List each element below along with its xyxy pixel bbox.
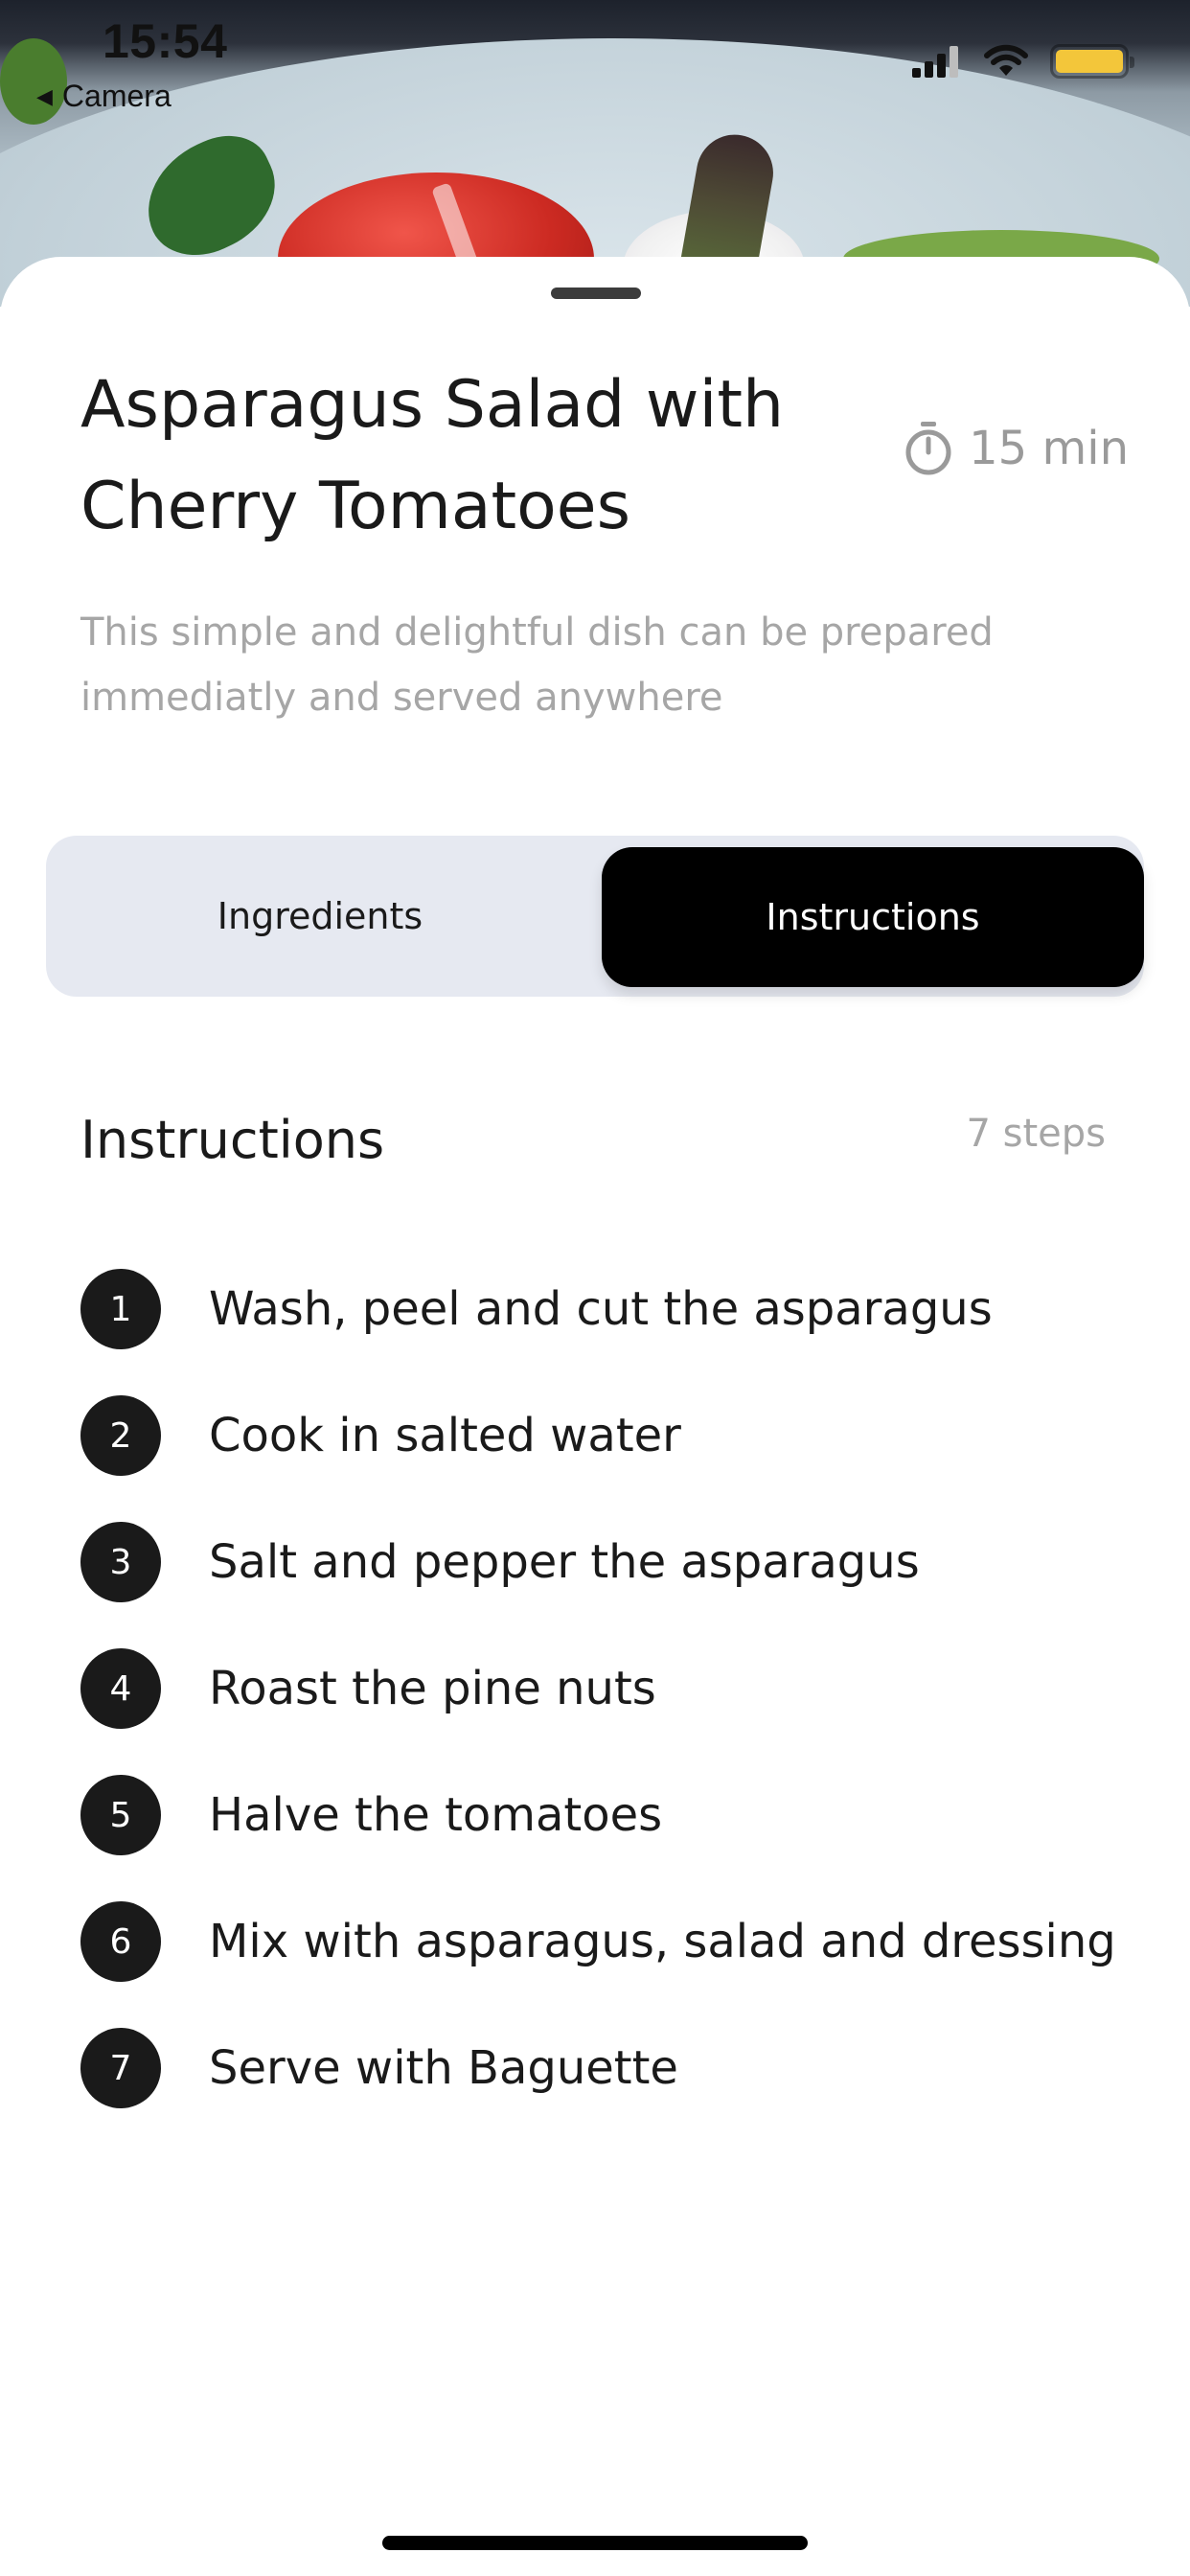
battery-level xyxy=(1056,50,1123,73)
sheet-grabber-handle[interactable] xyxy=(551,288,641,299)
recipe-description-line: immediatly and served anywhere xyxy=(80,676,723,720)
steps-count: 7 steps xyxy=(966,1112,1106,1156)
step-number-badge: 3 xyxy=(80,1522,161,1602)
back-app-label: Camera xyxy=(61,79,172,113)
tab-instructions[interactable]: Instructions xyxy=(602,847,1144,987)
prep-time: 15 min xyxy=(904,420,1129,477)
recipe-tabs: Ingredients Instructions xyxy=(46,836,1144,997)
status-bar: 15:54 ◀ Camera xyxy=(0,0,1190,125)
step-text: Serve with Baguette xyxy=(209,2041,678,2095)
instruction-step: 5 Halve the tomatoes xyxy=(80,1752,1134,1878)
step-text: Roast the pine nuts xyxy=(209,1662,656,1715)
cellular-signal-icon xyxy=(912,46,958,78)
status-time: 15:54 xyxy=(103,14,228,68)
prep-time-label: 15 min xyxy=(969,422,1129,475)
instruction-step: 6 Mix with asparagus, salad and dressing xyxy=(80,1878,1134,2005)
step-number-badge: 7 xyxy=(80,2028,161,2108)
step-number-badge: 2 xyxy=(80,1395,161,1476)
recipe-description: This simple and delightful dish can be p… xyxy=(80,600,1115,730)
instruction-step: 1 Wash, peel and cut the asparagus xyxy=(80,1246,1134,1372)
back-to-app-link[interactable]: ◀ Camera xyxy=(36,79,172,114)
instruction-step: 3 Salt and pepper the asparagus xyxy=(80,1499,1134,1625)
recipe-description-line: This simple and delightful dish can be p… xyxy=(80,610,994,655)
instruction-step: 2 Cook in salted water xyxy=(80,1372,1134,1499)
instruction-step: 7 Serve with Baguette xyxy=(80,2005,1134,2131)
recipe-sheet: Asparagus Salad with Cherry Tomatoes 15 … xyxy=(0,257,1190,2576)
step-number-badge: 5 xyxy=(80,1775,161,1855)
step-text: Mix with asparagus, salad and dressing xyxy=(209,1915,1116,1968)
step-number-badge: 6 xyxy=(80,1901,161,1982)
home-indicator[interactable] xyxy=(382,2536,808,2550)
step-text: Cook in salted water xyxy=(209,1409,681,1462)
step-number-badge: 1 xyxy=(80,1269,161,1349)
wifi-icon xyxy=(984,44,1028,76)
step-number-badge: 4 xyxy=(80,1648,161,1729)
step-text: Salt and pepper the asparagus xyxy=(209,1535,920,1589)
step-text: Halve the tomatoes xyxy=(209,1788,663,1842)
battery-icon xyxy=(1050,44,1134,79)
stopwatch-icon xyxy=(905,422,951,475)
instructions-heading: Instructions xyxy=(80,1110,385,1170)
recipe-title: Asparagus Salad with Cherry Tomatoes xyxy=(80,355,847,558)
instructions-list: 1 Wash, peel and cut the asparagus 2 Coo… xyxy=(80,1246,1134,2131)
step-text: Wash, peel and cut the asparagus xyxy=(209,1282,993,1336)
instruction-step: 4 Roast the pine nuts xyxy=(80,1625,1134,1752)
recipe-title-line: Cherry Tomatoes xyxy=(80,469,631,544)
recipe-title-line: Asparagus Salad with xyxy=(80,367,785,443)
tab-ingredients[interactable]: Ingredients xyxy=(46,836,594,997)
status-icons xyxy=(912,44,1134,79)
recipe-detail-screen: 15:54 ◀ Camera Asparagus Salad with Cher… xyxy=(0,0,1190,2576)
back-arrow-icon: ◀ xyxy=(36,83,53,108)
